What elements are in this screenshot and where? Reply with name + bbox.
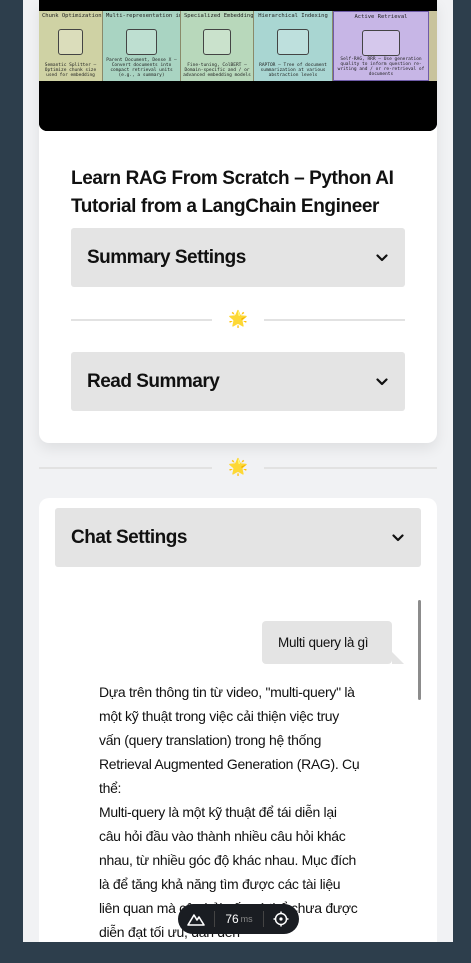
video-card: Chunk Optimization Semantic Splitter — O… bbox=[39, 0, 437, 443]
chevron-down-icon bbox=[391, 531, 405, 545]
bubble-tail bbox=[392, 652, 404, 664]
chat-card: Chat Settings Multi query là gì Dựa trên… bbox=[39, 498, 437, 942]
video-thumbnail-diagram: Chunk Optimization Semantic Splitter — O… bbox=[39, 11, 437, 81]
chat-settings-accordion[interactable]: Chat Settings bbox=[55, 508, 421, 567]
section-divider: 🌟 bbox=[39, 458, 437, 478]
app-page: Chunk Optimization Semantic Splitter — O… bbox=[23, 0, 453, 942]
chat-scrollbar[interactable] bbox=[418, 600, 421, 700]
chevron-down-icon bbox=[375, 375, 389, 389]
thumbnail-panel: Hierarchical Indexing RAPTOR — Tree of d… bbox=[254, 11, 333, 81]
user-message-bubble: Multi query là gì bbox=[262, 621, 404, 664]
chat-settings-label: Chat Settings bbox=[71, 526, 187, 548]
thumbnail-panel: Multi-representation indexing Parent Doc… bbox=[103, 11, 181, 81]
crosshair-icon[interactable] bbox=[264, 904, 298, 934]
summary-settings-accordion[interactable]: Summary Settings bbox=[71, 228, 405, 287]
section-divider: 🌟 bbox=[71, 310, 405, 330]
left-dark-margin bbox=[0, 0, 23, 963]
assistant-message: Dựa trên thông tin từ video, "multi-quer… bbox=[99, 680, 361, 942]
latency-readout: 76 ms bbox=[215, 904, 263, 934]
mountain-logo-icon[interactable] bbox=[178, 904, 214, 934]
video-title: Learn RAG From Scratch – Python AI Tutor… bbox=[71, 168, 394, 217]
video-letterbox bbox=[39, 81, 437, 131]
summary-settings-label: Summary Settings bbox=[87, 246, 246, 268]
thumbnail-panel: Specialized Embeddings Fine-tuning, ColB… bbox=[181, 11, 254, 81]
thumbnail-panel: Chunk Optimization Semantic Splitter — O… bbox=[39, 11, 103, 81]
right-dark-margin bbox=[453, 0, 471, 963]
star-icon: 🌟 bbox=[228, 311, 248, 328]
latency-unit: ms bbox=[240, 914, 253, 924]
user-message-text: Multi query là gì bbox=[278, 635, 369, 650]
performance-widget[interactable]: 76 ms bbox=[178, 904, 299, 934]
latency-value: 76 bbox=[225, 912, 239, 926]
chevron-down-icon bbox=[375, 251, 389, 265]
star-icon: 🌟 bbox=[228, 459, 248, 476]
assistant-paragraph: Dựa trên thông tin từ video, "multi-quer… bbox=[99, 684, 360, 796]
thumbnail-panel: Active Retrieval Self-RAG, RRR — Use gen… bbox=[333, 11, 429, 81]
video-player[interactable]: Chunk Optimization Semantic Splitter — O… bbox=[39, 0, 437, 131]
read-summary-accordion[interactable]: Read Summary bbox=[71, 352, 405, 411]
read-summary-label: Read Summary bbox=[87, 370, 220, 392]
